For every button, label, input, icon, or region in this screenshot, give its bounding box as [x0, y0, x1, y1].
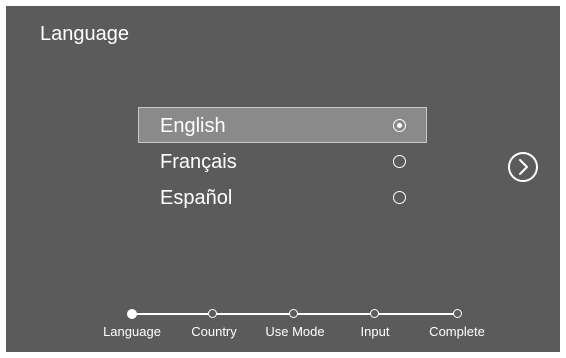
language-option-label: Français — [160, 151, 237, 173]
step-label-complete: Complete — [429, 324, 485, 339]
radio-unselected-icon — [393, 191, 406, 204]
next-button[interactable] — [508, 152, 538, 182]
language-option-label: English — [160, 115, 226, 137]
step-label-country: Country — [191, 324, 237, 339]
chevron-right-icon — [519, 159, 528, 175]
language-option-francais[interactable]: Français — [138, 143, 427, 179]
language-option-espanol[interactable]: Español — [138, 179, 427, 215]
setup-progress: Language Country Use Mode Input Complete — [6, 306, 560, 346]
setup-screen: Language English Français Español Langua… — [6, 6, 560, 352]
step-dot-country — [208, 309, 217, 318]
step-label-input: Input — [360, 324, 390, 339]
page-title: Language — [40, 23, 129, 45]
step-dot-input — [370, 309, 379, 318]
step-dot-language — [127, 309, 137, 319]
step-dot-complete — [453, 309, 462, 318]
language-option-english[interactable]: English — [138, 107, 427, 143]
radio-unselected-icon — [393, 155, 406, 168]
language-list: English Français Español — [138, 107, 427, 215]
step-label-language: Language — [103, 324, 161, 339]
language-option-label: Español — [160, 187, 233, 209]
step-label-use-mode: Use Mode — [265, 324, 325, 339]
step-dot-use-mode — [289, 309, 298, 318]
radio-selected-icon — [393, 119, 406, 132]
